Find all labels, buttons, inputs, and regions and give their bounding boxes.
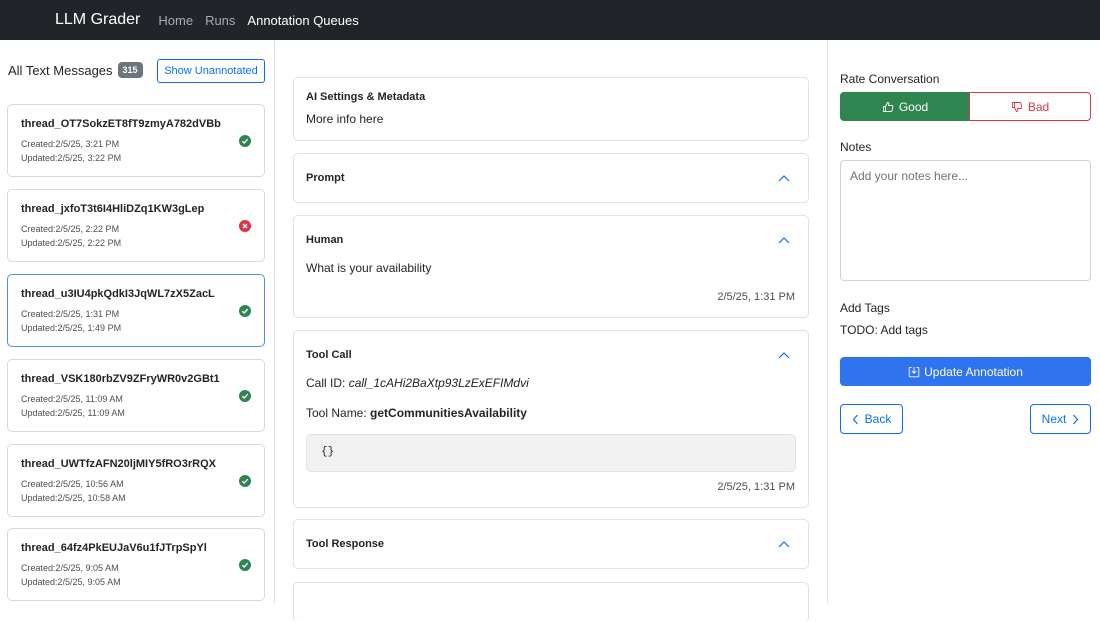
thread-updated: Updated:2/5/25, 9:05 AM <box>21 577 121 587</box>
thread-updated: Updated:2/5/25, 2:22 PM <box>21 238 122 248</box>
top-navbar: LLM Grader Home Runs Annotation Queues <box>0 0 1100 40</box>
thumbs-up-icon <box>882 101 894 112</box>
thread-updated: Updated:2/5/25, 11:09 AM <box>21 408 125 418</box>
tool-response-title: Tool Response <box>306 538 385 550</box>
thread-id: thread_VSK180rbZV9ZFryWR0v2GBt1 <box>21 373 220 385</box>
thread-count-badge: 315 <box>117 62 143 78</box>
check-circle-icon <box>239 559 251 571</box>
thread-created: Created:2/5/25, 2:22 PM <box>21 224 120 234</box>
tags-todo-text: TODO: Add tags <box>840 323 928 337</box>
nav-link-home[interactable]: Home <box>158 13 193 28</box>
tool-call-arguments-code: {} <box>306 434 796 472</box>
back-button-label: Back <box>864 412 892 426</box>
thread-id: thread_OT7SokzET8fT9zmyA782dVBb <box>21 118 221 130</box>
thread-created: Created:2/5/25, 11:09 AM <box>21 394 123 404</box>
chevron-up-icon[interactable] <box>778 540 790 548</box>
thread-card[interactable]: thread_UWTfzAFN20ljMIY5fRO3rRQX Created:… <box>7 444 265 517</box>
rate-conversation-label: Rate Conversation <box>840 72 940 86</box>
chevron-up-icon[interactable] <box>778 236 790 244</box>
next-button-label: Next <box>1041 412 1067 426</box>
call-id-value: call_1cAHi2BaXtp93LzExEFIMdvi <box>348 376 529 390</box>
thread-id: thread_u3IU4pkQdkI3JqWL7zX5ZacL <box>21 288 215 300</box>
ai-settings-title: AI Settings & Metadata <box>306 91 426 103</box>
ai-settings-card: AI Settings & Metadata More info here <box>293 77 809 141</box>
show-unannotated-button[interactable]: Show Unannotated <box>157 59 265 83</box>
prompt-card[interactable]: Prompt <box>293 153 809 203</box>
notes-label: Notes <box>840 140 872 154</box>
thread-card[interactable]: thread_OT7SokzET8fT9zmyA782dVBb Created:… <box>7 104 265 177</box>
thread-card[interactable]: thread_jxfoT3t6I4HliDZq1KW3gLep Created:… <box>7 189 265 262</box>
thread-id: thread_64fz4PkEUJaV6u1fJTrpSpYl <box>21 542 207 554</box>
thread-created: Created:2/5/25, 3:21 PM <box>21 139 120 149</box>
tool-name-label: Tool Name: <box>306 406 371 420</box>
next-button[interactable]: Next <box>1030 404 1091 434</box>
thread-updated: Updated:2/5/25, 1:49 PM <box>21 323 122 333</box>
good-button[interactable]: Good <box>840 92 970 121</box>
human-message-title: Human <box>306 234 344 246</box>
thread-list-header: All Text Messages 315 <box>8 62 143 78</box>
thread-list-panel: All Text Messages 315 Show Unannotated t… <box>0 40 275 603</box>
brand-logo-text[interactable]: LLM Grader <box>55 11 140 29</box>
x-circle-icon <box>239 220 251 232</box>
thread-created: Created:2/5/25, 9:05 AM <box>21 563 119 573</box>
nav-link-runs[interactable]: Runs <box>205 13 235 28</box>
thread-list-title: All Text Messages <box>8 62 113 78</box>
ai-settings-text: More info here <box>306 112 384 126</box>
add-tags-label: Add Tags <box>840 301 890 315</box>
thread-id: thread_UWTfzAFN20ljMIY5fRO3rRQX <box>21 458 216 470</box>
right-panel-divider <box>827 40 828 603</box>
prompt-title: Prompt <box>306 172 345 184</box>
tool-call-id-line: Call ID: call_1cAHi2BaXtp93LzExEFIMdvi <box>306 376 529 390</box>
thread-card[interactable]: thread_VSK180rbZV9ZFryWR0v2GBt1 Created:… <box>7 359 265 432</box>
thread-card-selected[interactable]: thread_u3IU4pkQdkI3JqWL7zX5ZacL Created:… <box>7 274 265 347</box>
update-annotation-button[interactable]: Update Annotation <box>840 357 1091 386</box>
chevron-up-icon[interactable] <box>778 174 790 182</box>
download-icon <box>908 366 920 377</box>
bad-button-label: Bad <box>1027 99 1050 114</box>
tool-name-value: getCommunitiesAvailability <box>370 406 527 420</box>
thread-created: Created:2/5/25, 10:56 AM <box>21 479 124 489</box>
chevron-up-icon[interactable] <box>778 351 790 359</box>
nav-link-annotation-queues[interactable]: Annotation Queues <box>247 13 358 28</box>
check-circle-icon <box>239 135 251 147</box>
check-circle-icon <box>239 390 251 402</box>
tool-call-title: Tool Call <box>306 349 352 361</box>
good-button-label: Good <box>898 99 929 114</box>
thread-card[interactable]: thread_64fz4PkEUJaV6u1fJTrpSpYl Created:… <box>7 528 265 601</box>
human-message-card[interactable]: Human What is your availability 2/5/25, … <box>293 215 809 318</box>
chevron-left-icon <box>852 414 858 424</box>
human-message-text: What is your availability <box>306 261 432 275</box>
tool-response-card[interactable]: Tool Response <box>293 519 809 569</box>
update-annotation-label: Update Annotation <box>924 364 1023 379</box>
thread-updated: Updated:2/5/25, 10:58 AM <box>21 493 126 503</box>
bad-button[interactable]: Bad <box>969 92 1091 121</box>
human-message-timestamp: 2/5/25, 1:31 PM <box>717 291 795 303</box>
tool-call-timestamp: 2/5/25, 1:31 PM <box>717 481 795 493</box>
thread-updated: Updated:2/5/25, 3:22 PM <box>21 153 122 163</box>
chevron-right-icon <box>1073 414 1079 424</box>
thread-created: Created:2/5/25, 1:31 PM <box>21 309 120 319</box>
thread-id: thread_jxfoT3t6I4HliDZq1KW3gLep <box>21 203 205 215</box>
next-message-card[interactable] <box>293 582 809 622</box>
check-circle-icon <box>239 475 251 487</box>
back-button[interactable]: Back <box>840 404 903 434</box>
tool-name-line: Tool Name: getCommunitiesAvailability <box>306 406 527 420</box>
tool-call-card[interactable]: Tool Call Call ID: call_1cAHi2BaXtp93LzE… <box>293 330 809 508</box>
call-id-label: Call ID: <box>306 376 349 390</box>
check-circle-icon <box>239 305 251 317</box>
notes-textarea[interactable] <box>840 160 1091 281</box>
thumbs-down-icon <box>1011 101 1023 112</box>
